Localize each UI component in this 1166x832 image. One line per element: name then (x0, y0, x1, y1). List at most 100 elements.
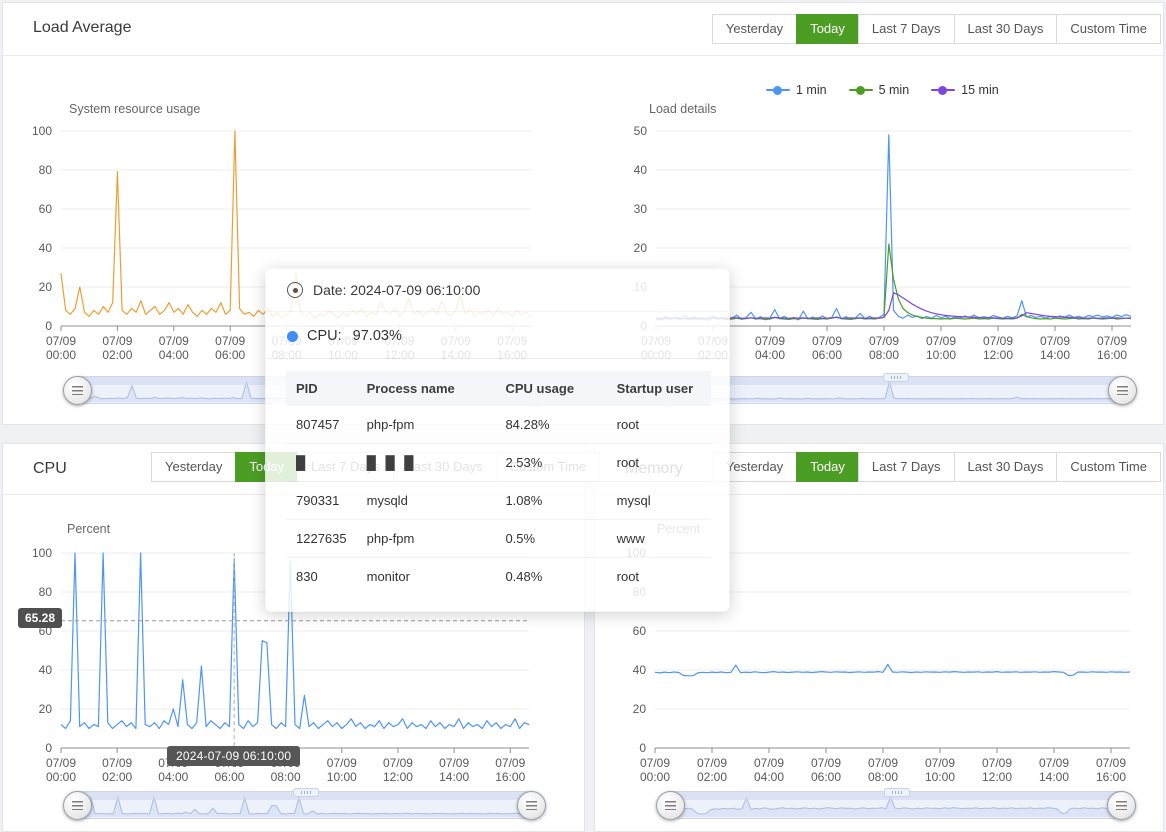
cell-pid: 830 (286, 558, 357, 596)
legend-marker-5min-icon (849, 89, 873, 91)
svg-text:40: 40 (633, 663, 647, 677)
col-cpu-usage: CPU usage (495, 371, 606, 406)
svg-text:12:00: 12:00 (982, 770, 1012, 784)
load-details-legend: 1 min 5 min 15 min (766, 83, 999, 97)
datazoom-right-handle-icon[interactable] (517, 791, 546, 820)
svg-text:07/09: 07/09 (102, 756, 132, 770)
process-row: 1227635 php-fpm 0.5% www (286, 520, 711, 558)
monitoring-dashboard: Load Average Yesterday Today Last 7 Days… (0, 0, 1166, 832)
svg-text:07/09: 07/09 (495, 756, 525, 770)
cell-user: root (607, 444, 711, 482)
svg-text:40: 40 (634, 163, 648, 177)
legend-item-15min[interactable]: 15 min (931, 83, 999, 97)
time-range-last-30-days[interactable]: Last 30 Days (954, 14, 1058, 44)
svg-text:07/09: 07/09 (1097, 334, 1127, 348)
legend-label-1min: 1 min (796, 83, 827, 97)
svg-text:14:00: 14:00 (439, 770, 469, 784)
svg-text:07/09: 07/09 (755, 334, 785, 348)
svg-text:100: 100 (32, 125, 52, 138)
svg-text:02:00: 02:00 (102, 348, 132, 362)
cell-pid: 790331 (286, 482, 357, 520)
memory-datazoom-slider[interactable] (669, 791, 1123, 819)
time-range-custom-time[interactable]: Custom Time (1056, 14, 1161, 44)
svg-text:02:00: 02:00 (697, 770, 727, 784)
tooltip-date: Date: 2024-07-09 06:10:00 (313, 282, 480, 298)
datazoom-right-handle-icon[interactable] (1107, 791, 1136, 820)
time-range-yesterday[interactable]: Yesterday (712, 14, 797, 44)
svg-text:07/09: 07/09 (383, 756, 413, 770)
svg-text:06:00: 06:00 (214, 770, 244, 784)
datazoom-left-handle-icon[interactable] (63, 376, 92, 405)
tooltip-cpu-value: 97.03% (353, 328, 402, 344)
cell-cpu: 0.5% (495, 520, 606, 558)
process-table-header-row: PID Process name CPU usage Startup user (286, 371, 711, 406)
svg-text:06:00: 06:00 (812, 348, 842, 362)
svg-text:04:00: 04:00 (755, 348, 785, 362)
time-range-custom-time[interactable]: Custom Time (1056, 452, 1161, 482)
section-title-cpu: CPU (33, 460, 67, 478)
cell-user: www (607, 520, 711, 558)
datazoom-left-handle-icon[interactable] (63, 791, 92, 820)
svg-text:12:00: 12:00 (983, 348, 1013, 362)
svg-text:04:00: 04:00 (158, 770, 188, 784)
svg-text:02:00: 02:00 (102, 770, 132, 784)
legend-marker-15min-icon (931, 89, 955, 91)
time-range-last-7-days[interactable]: Last 7 Days (858, 14, 955, 44)
svg-text:07/09: 07/09 (46, 334, 76, 348)
time-range-yesterday[interactable]: Yesterday (151, 452, 236, 482)
datazoom-grip-icon[interactable] (884, 788, 910, 797)
svg-text:06:00: 06:00 (215, 348, 245, 362)
datazoom-left-handle-icon[interactable] (656, 791, 685, 820)
legend-item-1min[interactable]: 1 min (766, 83, 827, 97)
svg-text:40: 40 (39, 663, 53, 677)
svg-text:07/09: 07/09 (1096, 756, 1126, 770)
time-range-last-7-days[interactable]: Last 7 Days (858, 452, 955, 482)
svg-text:80: 80 (39, 163, 53, 177)
process-table: PID Process name CPU usage Startup user … (286, 371, 711, 595)
cpu-axis-pointer-y-badge: 65.28 (18, 608, 62, 628)
datazoom-right-handle-icon[interactable] (1108, 376, 1137, 405)
svg-text:07/09: 07/09 (327, 756, 357, 770)
svg-text:07/09: 07/09 (1040, 334, 1070, 348)
process-row: 830 monitor 0.48% root (286, 558, 711, 596)
time-range-last-30-days[interactable]: Last 30 Days (954, 452, 1058, 482)
svg-text:07/09: 07/09 (868, 756, 898, 770)
svg-text:10:00: 10:00 (926, 348, 956, 362)
legend-label-5min: 5 min (879, 83, 910, 97)
col-startup-user: Startup user (607, 371, 711, 406)
svg-text:07/09: 07/09 (1039, 756, 1069, 770)
svg-text:60: 60 (39, 202, 53, 216)
svg-text:16:00: 16:00 (1096, 770, 1126, 784)
cell-cpu: 84.28% (495, 406, 606, 444)
time-range-group-memory: Yesterday Today Last 7 Days Last 30 Days… (712, 452, 1161, 482)
svg-text:08:00: 08:00 (271, 770, 301, 784)
svg-text:07/09: 07/09 (982, 756, 1012, 770)
datazoom-grip-icon[interactable] (883, 373, 909, 382)
legend-item-5min[interactable]: 5 min (849, 83, 910, 97)
cell-cpu: 2.53% (495, 444, 606, 482)
cpu-chart-title: Percent (67, 522, 110, 536)
svg-text:07/09: 07/09 (102, 334, 132, 348)
col-process-name: Process name (357, 371, 496, 406)
load-details-datazoom-slider[interactable] (666, 376, 1124, 404)
svg-text:14:00: 14:00 (1040, 348, 1070, 362)
svg-text:100: 100 (32, 547, 52, 560)
tooltip-cpu-label: CPU: (307, 328, 342, 344)
time-range-today[interactable]: Today (796, 14, 859, 44)
cell-name: php-fpm (357, 406, 496, 444)
load-average-header: Load Average Yesterday Today Last 7 Days… (3, 3, 1163, 56)
process-row: 790331 mysqld 1.08% mysql (286, 482, 711, 520)
svg-text:50: 50 (634, 125, 648, 138)
svg-text:07/09: 07/09 (925, 756, 955, 770)
cell-name: █ █ █ (357, 444, 496, 482)
svg-text:40: 40 (39, 241, 53, 255)
datazoom-grip-icon[interactable] (293, 788, 319, 797)
cell-user: mysql (607, 482, 711, 520)
svg-text:07/09: 07/09 (811, 756, 841, 770)
process-row: 807457 php-fpm 84.28% root (286, 406, 711, 444)
svg-text:07/09: 07/09 (697, 756, 727, 770)
time-range-today[interactable]: Today (796, 452, 859, 482)
cpu-series-dot-icon (287, 331, 298, 342)
svg-text:04:00: 04:00 (159, 348, 189, 362)
cpu-datazoom-slider[interactable] (76, 791, 533, 819)
